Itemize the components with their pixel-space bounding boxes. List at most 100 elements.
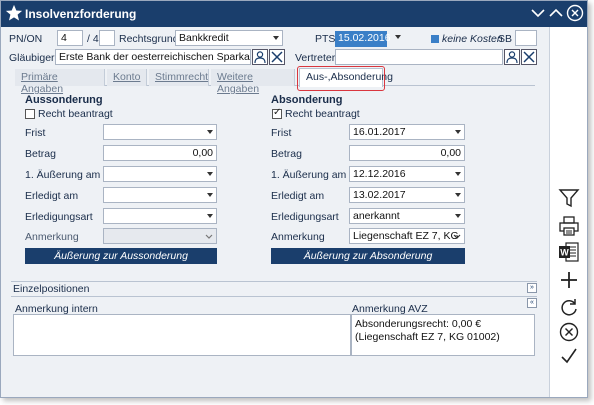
absonderung-title: Absonderung bbox=[271, 94, 343, 106]
dropdown-arrow-icon bbox=[455, 172, 461, 176]
aussonderung-erledigungsart-label: Erledigungsart bbox=[25, 211, 93, 223]
add-icon[interactable] bbox=[558, 269, 580, 291]
right-toolbar: W bbox=[549, 27, 587, 397]
close-icon[interactable] bbox=[566, 4, 584, 22]
einzelpositionen-section[interactable]: Einzelpositionen » bbox=[11, 281, 537, 295]
vertreter-input[interactable] bbox=[335, 49, 503, 65]
clear-icon bbox=[271, 51, 283, 63]
absonderung-erledigungsart-value: anerkannt bbox=[353, 210, 400, 222]
aussonderung-erledigungsart-select[interactable] bbox=[103, 208, 217, 224]
absonderung-recht-checkbox[interactable] bbox=[272, 107, 282, 119]
absonderung-aeusserung-input[interactable]: 12.12.2016 bbox=[349, 166, 465, 182]
collapse-section-icon[interactable]: « bbox=[527, 298, 537, 308]
pts-date-picker[interactable] bbox=[387, 30, 407, 46]
vertreter-person-button[interactable] bbox=[504, 49, 520, 65]
pnon-total-input[interactable] bbox=[99, 30, 115, 46]
dropdown-arrow-icon bbox=[455, 214, 461, 218]
refresh-icon[interactable] bbox=[558, 297, 580, 319]
chevron-down-icon bbox=[453, 234, 461, 239]
pts-date-input[interactable]: 15.02.2016 bbox=[335, 31, 391, 47]
chevron-down-icon bbox=[205, 234, 213, 239]
absonderung-erledigt-value: 13.02.2017 bbox=[353, 189, 406, 201]
dropdown-arrow-icon bbox=[273, 36, 279, 40]
cancel-icon[interactable] bbox=[558, 321, 580, 343]
einzelpositionen-label: Einzelpositionen bbox=[13, 283, 90, 295]
tab-primaere-angaben[interactable]: Primäre Angaben bbox=[15, 69, 105, 95]
dropdown-arrow-icon bbox=[455, 130, 461, 134]
absonderung-erledigungsart-select[interactable]: anerkannt bbox=[349, 208, 465, 224]
aussonderung-recht-label: Recht beantragt bbox=[38, 108, 113, 120]
absonderung-anmerkung-select[interactable]: Liegenschaft EZ 7, KG ... bbox=[349, 228, 465, 244]
main-content: PN/ON 4 / 4 Rechtsgrund Bankkredit PTS 1… bbox=[1, 27, 549, 397]
rechtsgrund-label: Rechtsgrund bbox=[119, 33, 179, 45]
insolvenzforderung-window: Insolvenzforderung PN/ON 4 / 4 Rechtsgru… bbox=[0, 0, 588, 398]
dropdown-arrow-icon bbox=[207, 214, 213, 218]
window-title: Insolvenzforderung bbox=[25, 7, 137, 21]
collapse-icon[interactable] bbox=[529, 4, 547, 22]
aussonderung-recht-checkbox[interactable] bbox=[25, 109, 35, 119]
aussonderung-erledigt-label: Erledigt am bbox=[25, 190, 79, 202]
aussonderung-betrag-label: Betrag bbox=[25, 148, 56, 160]
glaeubiger-label: Gläubiger bbox=[9, 52, 55, 64]
tab-weitere-angaben[interactable]: Weitere Angaben bbox=[211, 69, 295, 95]
keine-kosten-label: keine Kosten bbox=[442, 33, 503, 45]
aussonderung-betrag-input[interactable]: 0,00 bbox=[103, 145, 217, 161]
absonderung-anmerkung-value: Liegenschaft EZ 7, KG ... bbox=[353, 230, 461, 242]
aeusserung-aussonderung-button[interactable]: Äußerung zur Aussonderung bbox=[25, 248, 217, 264]
anmerkung-intern-textarea[interactable] bbox=[13, 314, 351, 356]
aussonderung-frist-label: Frist bbox=[25, 127, 46, 139]
aussonderung-anmerkung-label: Anmerkung bbox=[25, 231, 79, 243]
rechtsgrund-value: Bankkredit bbox=[179, 32, 229, 44]
absonderung-frist-label: Frist bbox=[271, 127, 292, 139]
dropdown-arrow-icon bbox=[395, 35, 401, 39]
star-icon bbox=[5, 4, 23, 21]
print-icon[interactable] bbox=[558, 215, 580, 237]
glaeubiger-clear-button[interactable] bbox=[269, 49, 285, 65]
active-tab-highlight bbox=[297, 66, 385, 91]
expand-icon[interactable] bbox=[547, 4, 565, 22]
aussonderung-erledigt-input[interactable] bbox=[103, 187, 217, 203]
vertreter-label: Vertreter bbox=[295, 52, 336, 64]
keine-kosten-checkbox[interactable] bbox=[431, 35, 439, 43]
dropdown-arrow-icon bbox=[207, 130, 213, 134]
dropdown-arrow-icon bbox=[455, 193, 461, 197]
tab-konto[interactable]: Konto bbox=[107, 69, 147, 86]
aussonderung-aeusserung-label: 1. Äußerung am bbox=[25, 169, 101, 181]
pnon-total: / 4 bbox=[87, 33, 99, 45]
absonderung-betrag-input[interactable]: 0,00 bbox=[349, 145, 465, 161]
absonderung-aeusserung-value: 12.12.2016 bbox=[353, 168, 406, 180]
word-export-icon[interactable]: W bbox=[558, 241, 580, 263]
rechtsgrund-select[interactable]: Bankkredit bbox=[175, 30, 283, 46]
anmerkung-avz-textarea[interactable]: Absonderungsrecht: 0,00 € (Liegenschaft … bbox=[351, 314, 535, 356]
absonderung-recht-label: Recht beantragt bbox=[285, 108, 360, 120]
sb-input[interactable] bbox=[515, 30, 537, 46]
person-icon bbox=[506, 51, 518, 64]
title-bar: Insolvenzforderung bbox=[1, 1, 587, 27]
absonderung-erledigt-label: Erledigt am bbox=[271, 190, 325, 202]
pts-label: PTS bbox=[315, 33, 336, 45]
tab-stimmrecht[interactable]: Stimmrecht bbox=[149, 69, 209, 86]
expand-section-icon[interactable]: » bbox=[527, 283, 537, 293]
absonderung-frist-input[interactable]: 16.01.2017 bbox=[349, 124, 465, 140]
filter-icon[interactable] bbox=[558, 187, 580, 209]
pnon-input[interactable]: 4 bbox=[57, 30, 83, 46]
tab-strip: Primäre Angaben Konto Stimmrecht Weitere… bbox=[15, 68, 535, 95]
absonderung-anmerkung-label: Anmerkung bbox=[271, 231, 325, 243]
aussonderung-anmerkung-select[interactable] bbox=[103, 228, 217, 244]
confirm-icon[interactable] bbox=[558, 345, 580, 367]
dropdown-arrow-icon bbox=[207, 172, 213, 176]
pnon-label: PN/ON bbox=[9, 33, 43, 45]
aussonderung-aeusserung-input[interactable] bbox=[103, 166, 217, 182]
absonderung-aeusserung-label: 1. Äußerung am bbox=[271, 169, 347, 181]
glaeubiger-input[interactable]: Erste Bank der oesterreichischen Sparkas… bbox=[55, 49, 251, 65]
clear-icon bbox=[523, 51, 535, 63]
absonderung-erledigt-input[interactable]: 13.02.2017 bbox=[349, 187, 465, 203]
person-icon bbox=[254, 51, 266, 64]
absonderung-betrag-label: Betrag bbox=[271, 148, 302, 160]
aeusserung-absonderung-button[interactable]: Äußerung zur Absonderung bbox=[271, 248, 465, 264]
glaeubiger-person-button[interactable] bbox=[252, 49, 268, 65]
vertreter-clear-button[interactable] bbox=[521, 49, 537, 65]
absonderung-frist-value: 16.01.2017 bbox=[353, 126, 406, 138]
aussonderung-frist-input[interactable] bbox=[103, 124, 217, 140]
aussonderung-title: Aussonderung bbox=[25, 94, 103, 106]
